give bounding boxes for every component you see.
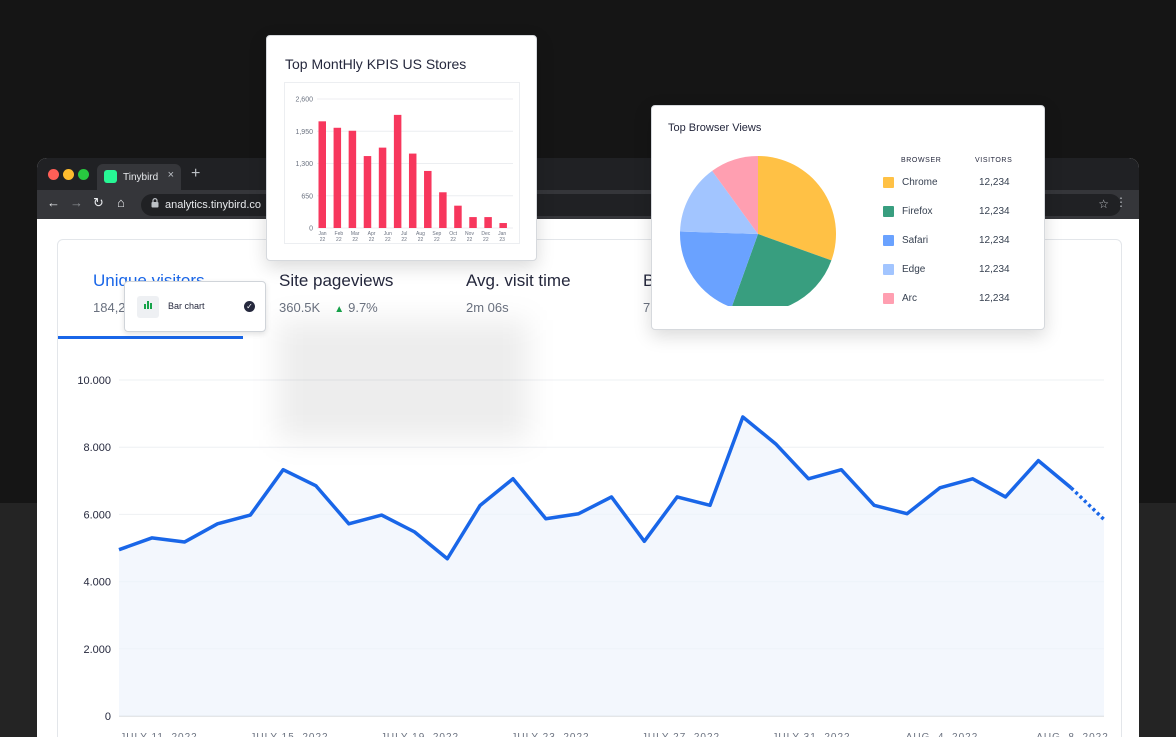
y-tick-label: 4.000 (83, 577, 111, 589)
x-tick-label: JULY 19, 2022 (381, 732, 459, 737)
legend-name: Firefox (902, 206, 933, 217)
bar (439, 192, 447, 228)
legend-value: 12,234 (979, 206, 1010, 217)
y-tick-label: 1,300 (295, 161, 313, 168)
bar-chart-icon (137, 296, 159, 318)
legend-row-arc: Arc 12,234 (883, 292, 1023, 306)
y-tick-label: 0 (309, 226, 313, 233)
bar (424, 170, 432, 228)
legend-row-edge: Edge 12,234 (883, 263, 1023, 277)
legend-row-safari: Safari 12,234 (883, 234, 1023, 248)
y-tick-label: 8.000 (83, 442, 111, 454)
kpi-bar-chart-card: Top MontHly KPIS US Stores 0 650 1,300 1,95… (266, 35, 537, 261)
y-tick-label: 2,600 (295, 97, 313, 104)
legend-swatch (883, 177, 894, 188)
legend-name: Edge (902, 264, 926, 275)
bar (348, 130, 357, 228)
legend-row-firefox: Firefox 12,234 (883, 205, 1023, 219)
browser-pie-chart (680, 156, 836, 306)
legend-name: Chrome (902, 177, 938, 188)
legend-name: Arc (902, 293, 917, 304)
x-tick-label: 22 (434, 237, 440, 243)
x-tick-label: AUG. 8, 2022 (1036, 732, 1109, 737)
x-tick-label: 22 (483, 237, 489, 243)
bar (393, 114, 402, 228)
legend-header-browser: BROWSER (901, 157, 942, 164)
x-tick-label: JULY 23, 2022 (511, 732, 589, 737)
kpi-bar-chart: 06501,3001,9502,600Jan22Feb22Mar22Apr22J… (295, 97, 513, 243)
bar (484, 217, 492, 228)
x-tick-label: JULY 27, 2022 (642, 732, 720, 737)
bar (408, 153, 417, 228)
legend-row-chrome: Chrome 12,234 (883, 176, 1023, 190)
legend-swatch (883, 293, 894, 304)
legend-name: Safari (902, 235, 929, 246)
x-tick-label: 22 (418, 237, 424, 243)
browser-pie-card: Top Browser Views BROWSER VISITORS Chrom… (651, 105, 1045, 330)
legend-value: 12,234 (979, 177, 1010, 188)
x-tick-label: 22 (385, 237, 391, 243)
y-tick-label: 0 (105, 711, 111, 723)
kpi-chart-title: Top MontHly KPIS US Stores (285, 56, 467, 72)
chart-type-tooltip[interactable]: Bar chart ✓ (124, 281, 266, 332)
bar (363, 156, 372, 228)
x-tick-label: 22 (320, 237, 326, 243)
legend-value: 12,234 (979, 293, 1010, 304)
legend-swatch (883, 235, 894, 246)
y-tick-label: 1,950 (295, 129, 313, 136)
x-tick-label: 22 (401, 237, 407, 243)
bar (378, 147, 387, 228)
tooltip-label: Bar chart (168, 301, 205, 311)
x-tick-label: JULY 11, 2022 (120, 732, 198, 737)
x-tick-label: 22 (336, 237, 342, 243)
card-shadow (278, 320, 528, 440)
y-tick-label: 10.000 (77, 375, 111, 387)
bar (499, 223, 507, 228)
legend-swatch (883, 264, 894, 275)
line-area (119, 416, 1104, 716)
legend-header-visitors: VISITORS (975, 157, 1013, 164)
bar (469, 217, 477, 228)
x-tick-label: 22 (467, 237, 473, 243)
x-tick-label: 22 (352, 237, 358, 243)
y-tick-label: 650 (301, 193, 313, 200)
check-icon: ✓ (244, 301, 255, 312)
y-tick-label: 2.000 (83, 644, 111, 656)
legend-value: 12,234 (979, 264, 1010, 275)
x-tick-label: 23 (499, 237, 505, 243)
bar (318, 121, 326, 228)
x-tick-label: 22 (369, 237, 375, 243)
x-tick-label: JULY 31, 2022 (772, 732, 850, 737)
bar (333, 127, 342, 228)
x-tick-label: AUG. 4, 2022 (906, 732, 979, 737)
x-tick-label: 22 (450, 237, 456, 243)
y-tick-label: 6.000 (83, 509, 111, 521)
kpi-plot-area: 0 650 1,300 1,950 2,600 Jan 22 Feb 22 Mar 22 Apr 22 J… (284, 82, 520, 244)
bar (454, 205, 462, 228)
legend-swatch (883, 206, 894, 217)
x-tick-label: JULY 15, 2022 (250, 732, 328, 737)
legend-value: 12,234 (979, 235, 1010, 246)
